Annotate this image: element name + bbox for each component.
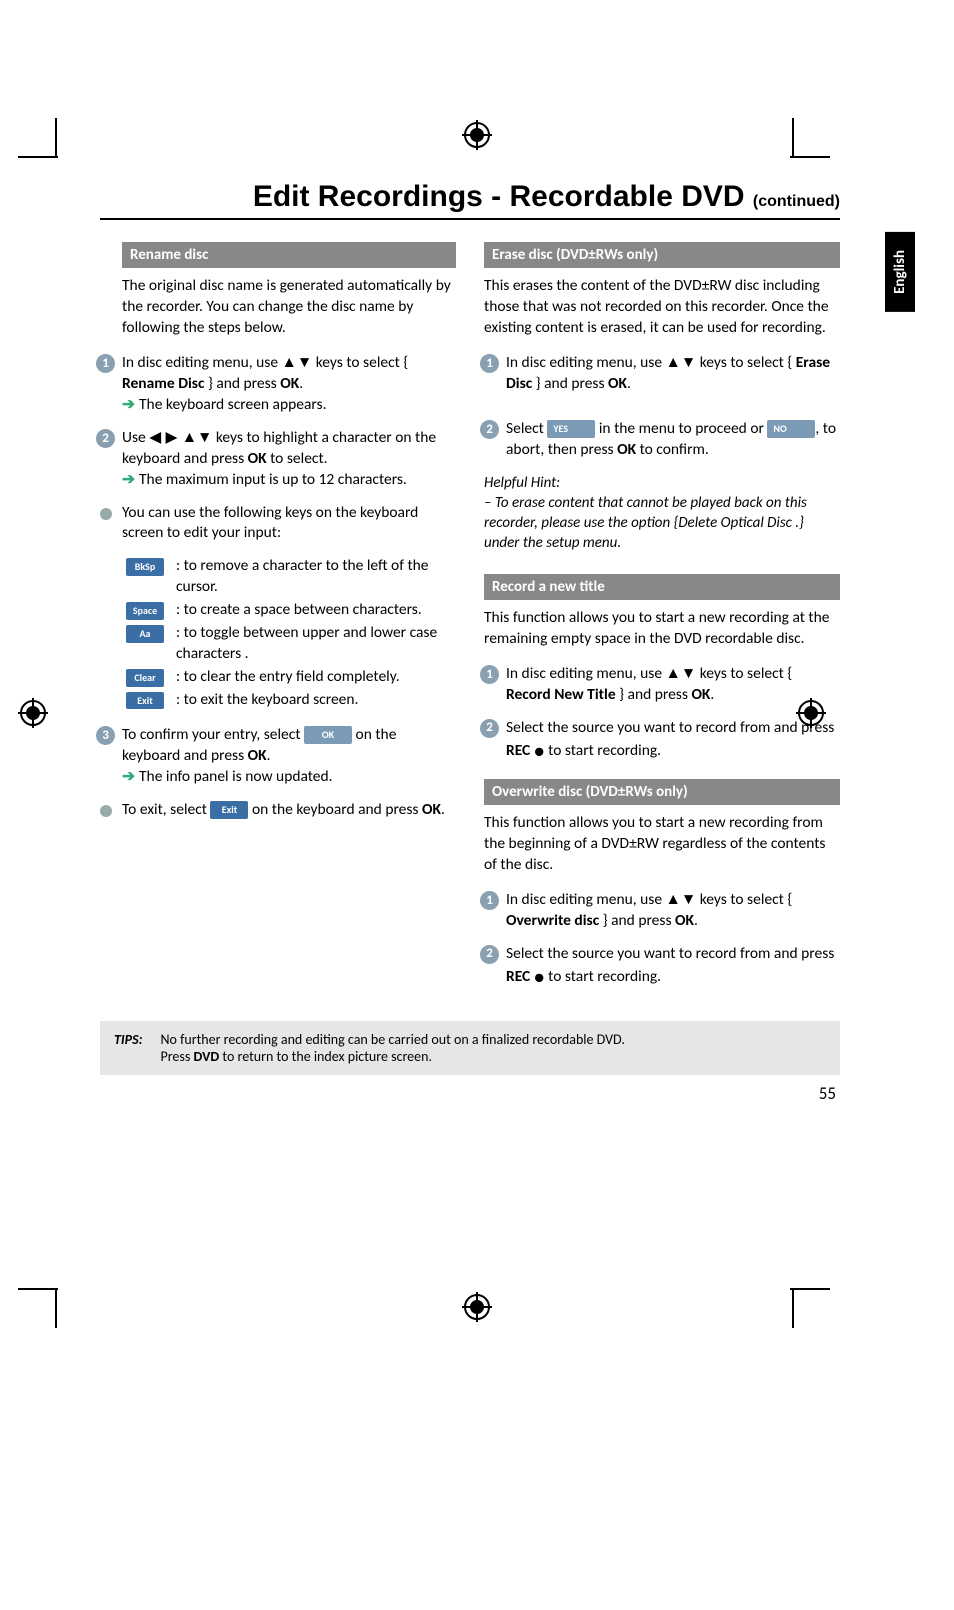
tips-box: TIPS: No further recording and editing c… xyxy=(100,1021,840,1075)
yes-key-icon: YES xyxy=(547,420,595,438)
record-intro: This function allows you to start a new … xyxy=(484,608,840,650)
erase-intro: This erases the content of the DVD±RW di… xyxy=(484,276,840,339)
crop-mark xyxy=(18,156,58,158)
section-record-new-title: Record a new title xyxy=(484,574,840,600)
crop-mark xyxy=(55,118,57,158)
step-number-icon: 1 xyxy=(480,891,499,910)
registration-mark-bottom xyxy=(464,1294,490,1320)
overwrite-intro: This function allows you to start a new … xyxy=(484,813,840,876)
key-space-row: Space : to create a space between charac… xyxy=(126,600,456,621)
rename-step-3: 3 To confirm your entry, select OK on th… xyxy=(100,725,456,788)
step-number-icon: 1 xyxy=(480,665,499,684)
keyboard-keys-intro: You can use the following keys on the ke… xyxy=(100,503,456,545)
result-arrow-icon: ➔ xyxy=(122,767,135,786)
overwrite-step-2: 2 Select the source you want to record f… xyxy=(484,944,840,989)
rename-step-2: 2 Use ◀ ▶ ▲▼ keys to highlight a charact… xyxy=(100,428,456,491)
crop-mark xyxy=(792,118,794,158)
left-column: Rename disc The original disc name is ge… xyxy=(100,242,456,1001)
right-column: Erase disc (DVD±RWs only) This erases th… xyxy=(484,242,840,1001)
crop-mark xyxy=(790,156,830,158)
tips-label: TIPS: xyxy=(114,1031,143,1065)
bullet-icon xyxy=(100,508,112,520)
space-key-icon: Space xyxy=(126,602,164,620)
crop-mark xyxy=(790,1288,830,1290)
key-clear-row: Clear : to clear the entry field complet… xyxy=(126,667,456,688)
clear-key-icon: Clear xyxy=(126,669,164,687)
step-number-icon: 2 xyxy=(96,429,115,448)
section-rename-disc: Rename disc xyxy=(122,242,456,268)
result-arrow-icon: ➔ xyxy=(122,470,135,489)
registration-mark-left xyxy=(20,700,46,726)
step-number-icon: 2 xyxy=(480,420,499,439)
registration-mark-top xyxy=(464,122,490,148)
section-overwrite-disc: Overwrite disc (DVD±RWs only) xyxy=(484,779,840,805)
helpful-hint: Helpful Hint: – To erase content that ca… xyxy=(484,473,840,554)
crop-mark xyxy=(18,1288,58,1290)
record-dot-icon: ● xyxy=(534,740,545,762)
page-number: 55 xyxy=(100,1083,840,1104)
page-title: Edit Recordings - Recordable DVD (contin… xyxy=(100,180,840,220)
erase-step-2: 2 Select YES in the menu to proceed or N… xyxy=(484,419,840,461)
erase-step-1: 1 In disc editing menu, use ▲▼ keys to s… xyxy=(484,353,840,395)
exit-key-icon: Exit xyxy=(126,692,164,710)
rename-intro: The original disc name is generated auto… xyxy=(122,276,456,339)
step-number-icon: 2 xyxy=(480,945,499,964)
rename-exit-step: To exit, select Exit on the keyboard and… xyxy=(100,800,456,821)
ok-key-icon: OK xyxy=(304,726,352,744)
no-key-icon: NO xyxy=(767,420,815,438)
step-number-icon: 3 xyxy=(96,726,115,745)
overwrite-step-1: 1 In disc editing menu, use ▲▼ keys to s… xyxy=(484,890,840,932)
result-arrow-icon: ➔ xyxy=(122,395,135,414)
record-step-1: 1 In disc editing menu, use ▲▼ keys to s… xyxy=(484,664,840,706)
bullet-icon xyxy=(100,805,112,817)
section-erase-disc: Erase disc (DVD±RWs only) xyxy=(484,242,840,268)
page-content: Edit Recordings - Recordable DVD (contin… xyxy=(100,180,840,1104)
key-bksp-row: BkSp : to remove a character to the left… xyxy=(126,556,456,598)
step-number-icon: 1 xyxy=(480,354,499,373)
title-continued: (continued) xyxy=(753,193,840,210)
bksp-key-icon: BkSp xyxy=(126,558,164,576)
language-tab: English xyxy=(885,232,915,312)
title-main: Edit Recordings - Recordable DVD xyxy=(253,180,753,213)
key-aa-row: Aa : to toggle between upper and lower c… xyxy=(126,623,456,665)
step-number-icon: 1 xyxy=(96,354,115,373)
tips-text: No further recording and editing can be … xyxy=(161,1031,625,1065)
crop-mark xyxy=(792,1288,794,1328)
key-exit-row: Exit : to exit the keyboard screen. xyxy=(126,690,456,711)
step-number-icon: 2 xyxy=(480,719,499,738)
record-dot-icon: ● xyxy=(534,966,545,988)
exit-key-icon: Exit xyxy=(210,801,248,819)
crop-mark xyxy=(55,1288,57,1328)
record-step-2: 2 Select the source you want to record f… xyxy=(484,718,840,763)
rename-step-1: 1 In disc editing menu, use ▲▼ keys to s… xyxy=(100,353,456,416)
aa-key-icon: Aa xyxy=(126,625,164,643)
